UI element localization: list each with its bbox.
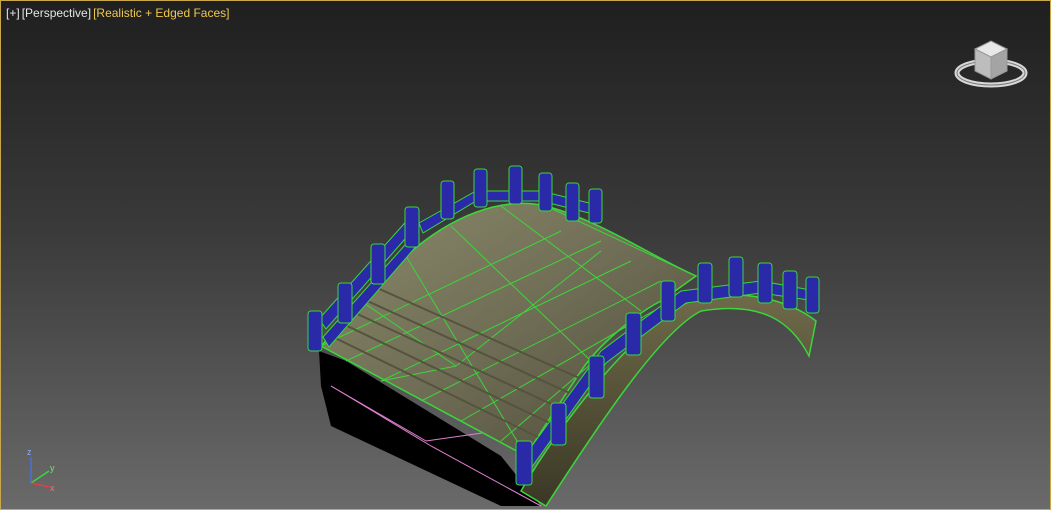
axis-tripod-icon: z y x	[27, 447, 55, 493]
bridge-model[interactable]	[1, 1, 1050, 509]
viewcube-icon[interactable]	[953, 35, 1029, 93]
axis-z-label: z	[27, 447, 32, 457]
axis-y-label: y	[50, 463, 55, 473]
axis-x-label: x	[50, 483, 55, 493]
perspective-viewport[interactable]: [+] [Perspective] [Realistic + Edged Fac…	[0, 0, 1051, 510]
